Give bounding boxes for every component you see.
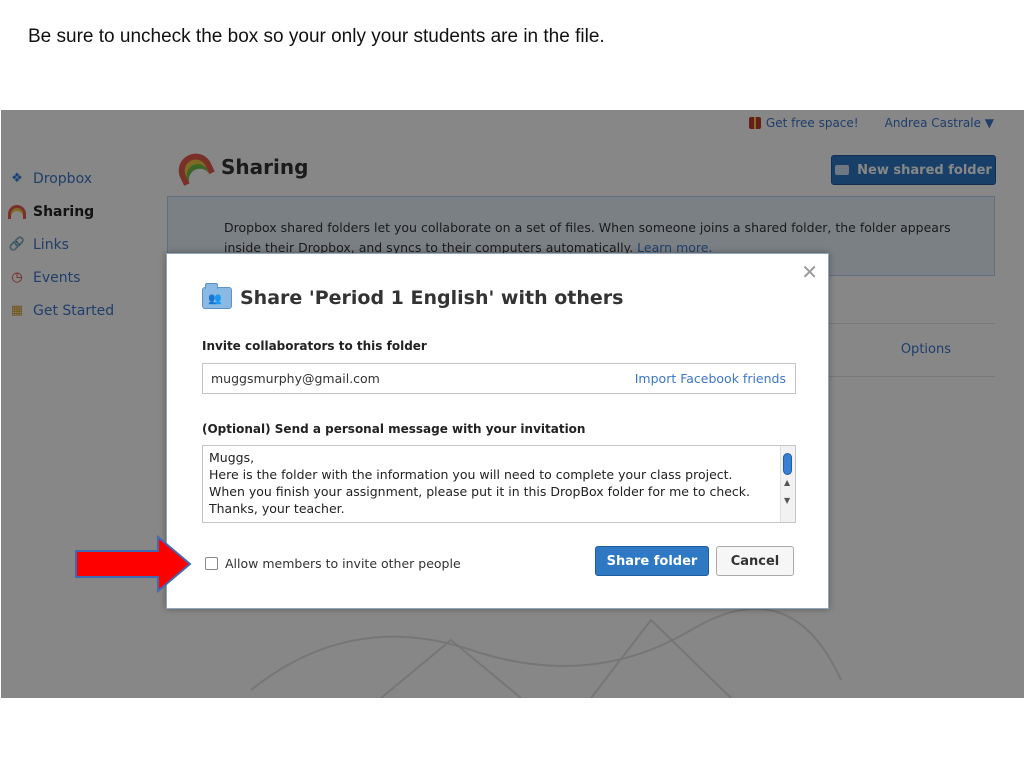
message-scrollbar[interactable]: ▲ ▼: [780, 446, 795, 522]
dialog-title-text: Share 'Period 1 English' with others: [240, 287, 624, 309]
invite-label: Invite collaborators to this folder: [202, 339, 427, 353]
message-label: (Optional) Send a personal message with …: [202, 422, 586, 436]
share-folder-dialog: ✕ 👥 Share 'Period 1 English' with others…: [166, 253, 829, 609]
dialog-title: 👥 Share 'Period 1 English' with others: [202, 283, 624, 309]
shared-folder-icon: 👥: [202, 283, 232, 309]
allow-invite-checkbox[interactable]: [205, 557, 218, 570]
import-facebook-link[interactable]: Import Facebook friends: [635, 371, 786, 386]
share-folder-button[interactable]: Share folder: [595, 546, 709, 576]
scroll-up-icon[interactable]: ▲: [784, 478, 790, 487]
message-textarea[interactable]: Muggs, Here is the folder with the infor…: [202, 445, 796, 523]
scroll-down-icon[interactable]: ▼: [784, 496, 790, 505]
message-text: Muggs, Here is the folder with the infor…: [209, 450, 751, 516]
scroll-thumb[interactable]: [783, 453, 792, 475]
dropbox-screenshot: Get free space! Andrea Castrale ▼ ❖ Drop…: [1, 110, 1024, 698]
cancel-button[interactable]: Cancel: [716, 546, 794, 576]
email-field[interactable]: muggsmurphy@gmail.com Import Facebook fr…: [202, 363, 796, 394]
close-icon[interactable]: ✕: [801, 260, 818, 284]
allow-invite-option[interactable]: Allow members to invite other people: [205, 556, 461, 571]
red-arrow-annotation: [75, 535, 192, 593]
slide-caption: Be sure to uncheck the box so your only …: [28, 26, 605, 47]
allow-invite-label: Allow members to invite other people: [225, 556, 461, 571]
email-value: muggsmurphy@gmail.com: [211, 371, 380, 386]
